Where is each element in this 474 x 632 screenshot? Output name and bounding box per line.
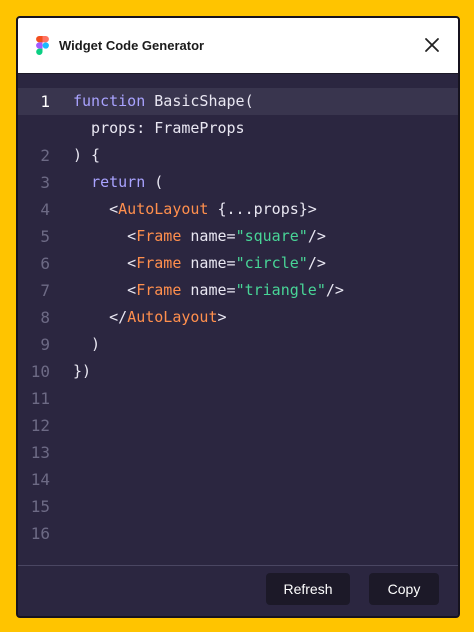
line-number: 4	[40, 200, 50, 219]
line-number: 11	[30, 389, 50, 408]
code-token: Frame	[136, 227, 182, 245]
line-number: 1	[40, 92, 50, 111]
line-number: 14	[30, 470, 50, 489]
code-line: 8 </AutoLayout>	[18, 304, 458, 331]
code-text: )	[73, 331, 100, 358]
figma-logo-icon	[36, 36, 49, 55]
code-line: 13	[18, 439, 458, 466]
line-number: 8	[40, 308, 50, 327]
code-text: <AutoLayout {...props}>	[73, 196, 317, 223]
code-token: )	[73, 335, 101, 353]
code-token: name=	[181, 227, 236, 245]
code-text: ) {	[73, 142, 100, 169]
code-text: <Frame name="square"/>	[73, 223, 326, 250]
line-number: 6	[40, 254, 50, 273]
line-number: 7	[40, 281, 50, 300]
close-icon[interactable]	[422, 35, 442, 55]
title-bar: Widget Code Generator	[18, 18, 458, 74]
code-line: 1 function BasicShape(	[18, 88, 458, 115]
code-text: <Frame name="triangle"/>	[73, 277, 344, 304]
code-token: props: FrameProps	[73, 119, 245, 137]
code-line: 14	[18, 466, 458, 493]
code-line: 6 <Frame name="circle"/>	[18, 250, 458, 277]
code-line: 9 )	[18, 331, 458, 358]
code-token: "triangle"	[235, 281, 326, 299]
code-line: 15	[18, 493, 458, 520]
code-token: name=	[181, 281, 236, 299]
code-line: 7 <Frame name="triangle"/>	[18, 277, 458, 304]
code-token: {...props}>	[208, 200, 317, 218]
code-token: <	[73, 281, 137, 299]
code-line: 10})	[18, 358, 458, 385]
code-token: return	[91, 173, 146, 191]
line-number: 12	[30, 416, 50, 435]
refresh-button[interactable]: Refresh	[266, 573, 350, 605]
code-token: (	[145, 173, 164, 191]
code-token: </	[73, 308, 128, 326]
widget-code-generator-window: Widget Code Generator 1 function BasicSha…	[16, 16, 460, 618]
copy-button[interactable]: Copy	[369, 573, 439, 605]
line-number: 2	[40, 146, 50, 165]
code-token: BasicShape(	[145, 92, 254, 110]
code-token: "square"	[235, 227, 308, 245]
line-number: 16	[30, 524, 50, 543]
line-number: 10	[30, 362, 50, 381]
code-line: props: FrameProps	[18, 115, 458, 142]
code-text: <Frame name="circle"/>	[73, 250, 326, 277]
window-title: Widget Code Generator	[59, 38, 205, 53]
code-text: return (	[73, 169, 163, 196]
code-line: 12	[18, 412, 458, 439]
code-line: 11	[18, 385, 458, 412]
code-token: <	[73, 227, 137, 245]
code-token: />	[307, 227, 326, 245]
line-number: 13	[30, 443, 50, 462]
code-token: <	[73, 200, 119, 218]
code-token: />	[325, 281, 344, 299]
code-token: })	[73, 362, 92, 380]
code-token: <	[73, 254, 137, 272]
footer-bar: Refresh Copy	[18, 565, 458, 616]
code-token: />	[307, 254, 326, 272]
code-token: Frame	[136, 281, 182, 299]
code-token: AutoLayout	[127, 308, 218, 326]
code-line: 4 <AutoLayout {...props}>	[18, 196, 458, 223]
code-line: 3 return (	[18, 169, 458, 196]
code-token: AutoLayout	[118, 200, 209, 218]
code-text: function BasicShape(	[73, 88, 254, 115]
line-number: 15	[30, 497, 50, 516]
code-token: Frame	[136, 254, 182, 272]
code-line: 5 <Frame name="square"/>	[18, 223, 458, 250]
code-token: name=	[181, 254, 236, 272]
code-text: props: FrameProps	[73, 115, 245, 142]
code-token: >	[217, 308, 227, 326]
code-line: 16	[18, 520, 458, 547]
code-token: function	[73, 92, 146, 110]
line-number: 3	[40, 173, 50, 192]
code-line: 2 ) {	[18, 142, 458, 169]
code-editor[interactable]: 1 function BasicShape( props: FrameProps 2…	[18, 88, 458, 564]
code-text: </AutoLayout>	[73, 304, 227, 331]
code-token: ) {	[73, 146, 101, 164]
code-text: })	[73, 358, 91, 385]
code-token: "circle"	[235, 254, 308, 272]
line-number: 9	[40, 335, 50, 354]
line-number: 5	[40, 227, 50, 246]
